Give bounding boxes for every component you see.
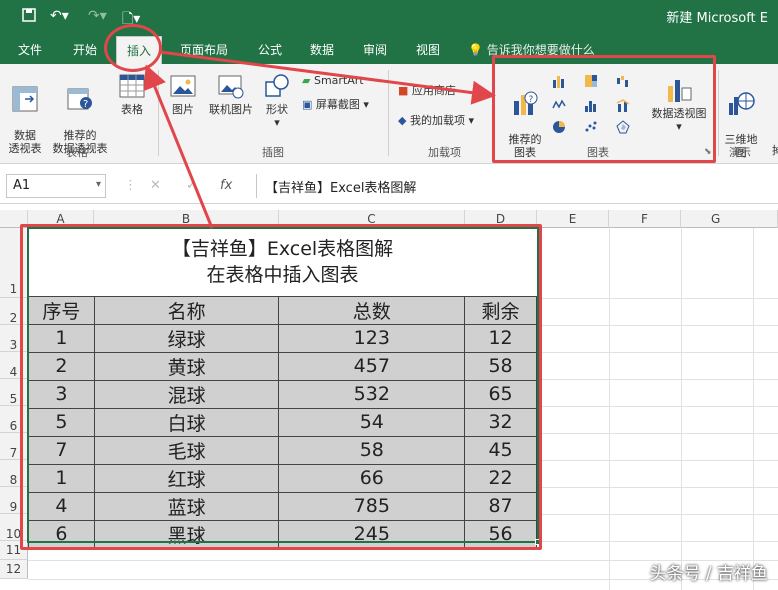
more-icon: ⋮ bbox=[124, 178, 137, 193]
picture-icon bbox=[170, 75, 196, 97]
group-separator bbox=[388, 70, 389, 156]
group-separator bbox=[158, 70, 159, 156]
pivot-table-button[interactable]: 数据 透视表 bbox=[5, 72, 45, 155]
shapes-icon bbox=[265, 74, 289, 97]
gridline bbox=[753, 228, 754, 590]
formula-bar: A1 ▾ ⋮ ✕ ✓ fx 【吉祥鱼】Excel表格图解 bbox=[0, 168, 778, 204]
group-label-illustrations: 插图 bbox=[262, 146, 284, 159]
screenshot-icon: ▣ bbox=[302, 98, 313, 111]
smartart-button[interactable]: ▰ SmartArt bbox=[302, 74, 364, 87]
name-box[interactable]: A1 ▾ bbox=[6, 174, 106, 198]
recommended-pivot-icon: ? bbox=[67, 88, 92, 110]
group-separator bbox=[718, 70, 719, 156]
highlight-data-table bbox=[20, 224, 542, 550]
enter-icon[interactable]: ✓ bbox=[186, 178, 197, 193]
ribbon-overflow: 掉 bbox=[772, 144, 778, 157]
highlight-charts-group bbox=[492, 55, 716, 163]
store-button[interactable]: ■ 应用商店 bbox=[398, 82, 456, 98]
tab-home[interactable]: 开始 bbox=[73, 41, 97, 58]
addins-icon: ◆ bbox=[398, 114, 407, 127]
chevron-down-icon[interactable]: ▾ bbox=[96, 179, 101, 190]
undo-icon[interactable]: ↶▾ bbox=[50, 8, 69, 24]
tab-formulas[interactable]: 公式 bbox=[258, 41, 282, 58]
screenshot-button[interactable]: ▣ 屏幕截图 ▾ bbox=[302, 96, 369, 112]
svg-text:?: ? bbox=[83, 99, 88, 110]
insert-function-icon[interactable]: fx bbox=[220, 178, 232, 193]
dropdown-arrow-icon: ▾ bbox=[274, 116, 280, 129]
pivot-table-icon bbox=[12, 86, 38, 112]
column-header-e[interactable]: E bbox=[537, 210, 609, 228]
tab-view[interactable]: 视图 bbox=[416, 41, 440, 58]
gridline bbox=[681, 228, 682, 590]
save-icon[interactable] bbox=[22, 8, 36, 26]
tab-file[interactable]: 文件 bbox=[18, 41, 42, 58]
online-picture-button[interactable]: 联机图片 bbox=[204, 72, 258, 116]
tab-page-layout[interactable]: 页面布局 bbox=[180, 41, 228, 58]
table-button[interactable]: 表格 bbox=[115, 72, 149, 116]
group-label-addins: 加载项 bbox=[428, 146, 461, 159]
tab-review[interactable]: 审阅 bbox=[363, 41, 387, 58]
column-header-g[interactable]: G bbox=[681, 210, 778, 228]
online-picture-icon bbox=[218, 75, 244, 99]
redo-icon[interactable]: ↷▾ bbox=[88, 8, 107, 24]
window-title: 新建 Microsoft E bbox=[666, 11, 768, 26]
highlight-insert-tab bbox=[104, 24, 162, 72]
shapes-button[interactable]: 形状 ▾ bbox=[262, 72, 292, 129]
table-icon bbox=[119, 74, 145, 98]
smartart-icon: ▰ bbox=[302, 74, 311, 87]
column-header-f[interactable]: F bbox=[609, 210, 681, 228]
lightbulb-icon: 💡 bbox=[468, 43, 483, 57]
globe-icon bbox=[729, 92, 755, 115]
row-header-12[interactable]: 12 bbox=[0, 560, 28, 579]
gridline bbox=[609, 228, 610, 590]
formula-input[interactable]: 【吉祥鱼】Excel表格图解 bbox=[256, 174, 774, 198]
group-label-tours: 演示 bbox=[729, 146, 751, 159]
picture-button[interactable]: 图片 bbox=[166, 72, 200, 116]
group-label-tables: 表格 bbox=[66, 146, 88, 159]
watermark: 头条号 / 吉祥鱼 bbox=[649, 564, 768, 584]
recommended-pivot-button[interactable]: ? 推荐的 数据透视表 bbox=[50, 72, 110, 155]
cancel-icon[interactable]: ✕ bbox=[150, 178, 161, 193]
store-icon: ■ bbox=[398, 84, 409, 97]
tab-data[interactable]: 数据 bbox=[310, 41, 334, 58]
my-addins-button[interactable]: ◆ 我的加载项 ▾ bbox=[398, 112, 474, 128]
